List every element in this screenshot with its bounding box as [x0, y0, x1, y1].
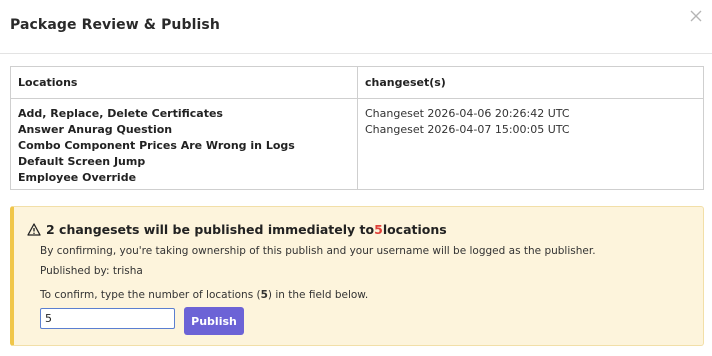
location-item: Add, Replace, Delete Certificates [18, 107, 223, 120]
modal-title: Package Review & Publish [10, 17, 220, 33]
published-by: Published by: trisha [40, 265, 143, 277]
confirm-instruction: To confirm, type the number of locations… [40, 289, 368, 301]
warning-headline: 2 changesets will be published immediate… [27, 222, 447, 237]
close-icon[interactable] [688, 8, 704, 24]
publish-warning-box: 2 changesets will be published immediate… [10, 206, 704, 346]
modal-header: Package Review & Publish [0, 0, 712, 54]
warning-headline-suffix: locations [382, 222, 447, 237]
close-button[interactable] [688, 8, 704, 24]
warning-headline-prefix: 2 changesets will be published immediate… [46, 222, 375, 237]
ownership-notice: By confirming, you're taking ownership o… [40, 245, 596, 257]
changesets-list: Changeset 2026-04-06 20:26:42 UTC Change… [365, 106, 570, 138]
location-item: Default Screen Jump [18, 155, 146, 168]
confirm-instruction-prefix: To confirm, type the number of locations… [40, 289, 261, 301]
column-divider [357, 67, 358, 189]
location-item: Combo Component Prices Are Wrong in Logs [18, 139, 295, 152]
confirm-instruction-suffix: ) in the field below. [267, 289, 369, 301]
location-count-input[interactable] [40, 308, 175, 329]
column-header-locations: Locations [18, 76, 78, 89]
changeset-item: Changeset 2026-04-06 20:26:42 UTC [365, 107, 570, 120]
warning-triangle-icon [27, 223, 41, 236]
review-table: Locations changeset(s) Add, Replace, Del… [10, 66, 704, 190]
column-header-changesets: changeset(s) [365, 76, 446, 89]
location-item: Employee Override [18, 171, 137, 184]
confirm-count: 5 [260, 289, 268, 301]
location-item: Answer Anurag Question [18, 123, 173, 136]
location-count-highlight: 5 [374, 222, 383, 237]
publish-button[interactable]: Publish [184, 307, 244, 335]
locations-list: Add, Replace, Delete Certificates Answer… [18, 106, 295, 186]
changeset-item: Changeset 2026-04-07 15:00:05 UTC [365, 123, 570, 136]
